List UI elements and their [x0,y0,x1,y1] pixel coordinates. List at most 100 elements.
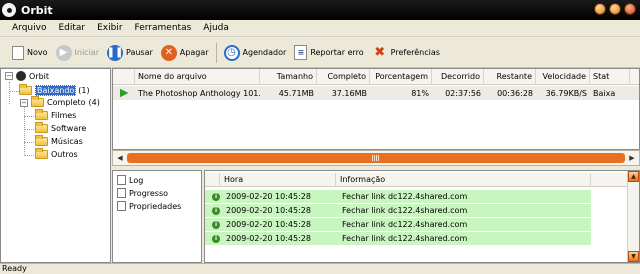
minimize-button[interactable] [594,3,606,15]
tools-icon: ✖ [374,45,386,60]
folder-icon [35,122,48,133]
agendador-button[interactable]: ◷ Agendador [220,43,291,63]
menu-ajuda[interactable]: Ajuda [197,20,235,37]
collapse-icon[interactable]: − [5,72,13,80]
log-header: Hora Informação [205,173,629,187]
novo-label: Novo [27,48,48,57]
download-name: The Photoshop Anthology 101... [138,88,260,98]
iniciar-label: Iniciar [74,48,99,57]
apagar-button[interactable]: ✕ Apagar [157,43,213,63]
download-remaining: 00:36:28 [497,88,533,98]
menu-bar: Arquivo Editar Exibir Ferramentas Ajuda [0,20,640,37]
column-tamanho[interactable]: Tamanho [260,69,317,85]
scroll-left-icon[interactable]: ◀ [113,151,127,165]
log-column-informacao[interactable]: Informação [336,173,591,187]
tree-connector [24,129,34,130]
detail-tabs: Log Progresso Propriedades [112,170,202,263]
tree-count-baixando: (1) [78,86,90,95]
column-restante[interactable]: Restante [484,69,536,85]
tree-item-outros[interactable]: Outros [35,148,78,159]
folder-icon [35,135,48,146]
log-column-hora[interactable]: Hora [220,173,336,187]
log-time: 2009-02-20 10:45:28 [226,220,311,229]
tree-label-completo: Completo [47,98,86,107]
tree-connector [24,142,34,143]
download-status: Baixa [593,88,616,98]
download-size: 45.71MB [278,88,314,98]
scroll-down-icon[interactable]: ▼ [628,251,639,262]
column-decorrido[interactable]: Decorrido [432,69,484,85]
pausar-label: Pausar [125,48,153,57]
tab-propriedades[interactable]: Propriedades [117,201,181,211]
column-completo[interactable]: Completo [317,69,370,85]
properties-icon [117,201,126,211]
log-info: Fechar link dc122.4shared.com [342,220,468,229]
log-panel: Hora Informação i 2009-02-20 10:45:28 Fe… [204,170,640,263]
horizontal-scrollbar[interactable]: ◀ ▶ [112,150,640,166]
download-row[interactable]: The Photoshop Anthology 101... 45.71MB 3… [113,86,639,100]
log-vertical-scrollbar[interactable]: ▲ ▼ [627,171,639,262]
tab-log[interactable]: Log [117,175,143,185]
scroll-thumb[interactable] [127,153,625,163]
report-icon: ≡ [294,45,308,60]
maximize-button[interactable] [609,3,621,15]
folder-icon [35,109,48,120]
log-time: 2009-02-20 10:45:28 [226,234,311,243]
column-status[interactable]: Stat [590,69,630,85]
tab-propriedades-label: Propriedades [129,201,182,211]
log-row[interactable]: i 2009-02-20 10:45:28 Fechar link dc122.… [205,190,591,203]
log-info: Fechar link dc122.4shared.com [342,192,468,201]
column-porcentagem[interactable]: Porcentagem [370,69,432,85]
log-icon [117,175,126,185]
log-column-icon[interactable] [205,173,220,187]
menu-ferramentas[interactable]: Ferramentas [129,20,198,37]
scroll-right-icon[interactable]: ▶ [625,151,639,165]
tree-label-musicas: Músicas [51,137,83,146]
info-icon: i [212,234,220,243]
downloads-header: Nome do arquivo Tamanho Completo Porcent… [113,69,639,85]
pause-icon: ❚❚ [107,44,123,61]
tree-item-filmes[interactable]: Filmes [35,109,76,120]
tree-label-outros: Outros [51,150,78,159]
log-row[interactable]: i 2009-02-20 10:45:28 Fechar link dc122.… [205,218,591,231]
log-row[interactable]: i 2009-02-20 10:45:28 Fechar link dc122.… [205,204,591,217]
info-icon: i [212,192,220,201]
novo-button[interactable]: Novo [8,44,52,62]
reportar-erro-button[interactable]: ≡ Reportar erro [290,43,367,62]
apagar-label: Apagar [179,48,209,57]
tree-label-baixando: Baixando [35,85,77,96]
tab-progresso[interactable]: Progresso [117,188,168,198]
tree-connector [24,116,34,117]
column-nome-arquivo[interactable]: Nome do arquivo [135,69,260,85]
tree-item-orbit[interactable]: − Orbit [5,71,49,81]
download-speed: 36.79KB/S [545,88,587,98]
scroll-up-icon[interactable]: ▲ [628,171,639,182]
collapse-icon[interactable]: − [20,98,28,107]
menu-arquivo[interactable]: Arquivo [6,20,52,37]
column-status-icon[interactable] [113,69,135,85]
new-document-icon [12,45,24,60]
tree-item-baixando[interactable]: Baixando (1) [19,84,90,96]
column-velocidade[interactable]: Velocidade [536,69,590,85]
log-row[interactable]: i 2009-02-20 10:45:28 Fechar link dc122.… [205,232,591,245]
delete-icon: ✕ [160,44,177,61]
agendador-label: Agendador [242,48,287,57]
log-time: 2009-02-20 10:45:28 [226,192,311,201]
log-time: 2009-02-20 10:45:28 [226,206,311,215]
window-title: Orbit [21,3,53,17]
downloading-status-icon [113,88,135,98]
tree-item-musicas[interactable]: Músicas [35,135,83,146]
close-button[interactable] [624,3,636,15]
menu-exibir[interactable]: Exibir [91,20,128,37]
pausar-button[interactable]: ❚❚ Pausar [103,43,157,63]
tree-item-completo[interactable]: − Completo (4) [5,96,100,107]
status-bar: Ready [0,263,640,274]
iniciar-button[interactable]: ▶ Iniciar [52,43,103,63]
tree-item-software[interactable]: Software [35,122,87,133]
tree-label-software: Software [51,124,87,133]
preferencias-button[interactable]: ✖ Preferências [368,43,444,63]
download-completed: 37.16MB [331,88,367,98]
menu-editar[interactable]: Editar [52,20,91,37]
tab-progresso-label: Progresso [129,188,169,198]
toolbar: Novo ▶ Iniciar ❚❚ Pausar ✕ Apagar ◷ Agen… [0,38,640,68]
